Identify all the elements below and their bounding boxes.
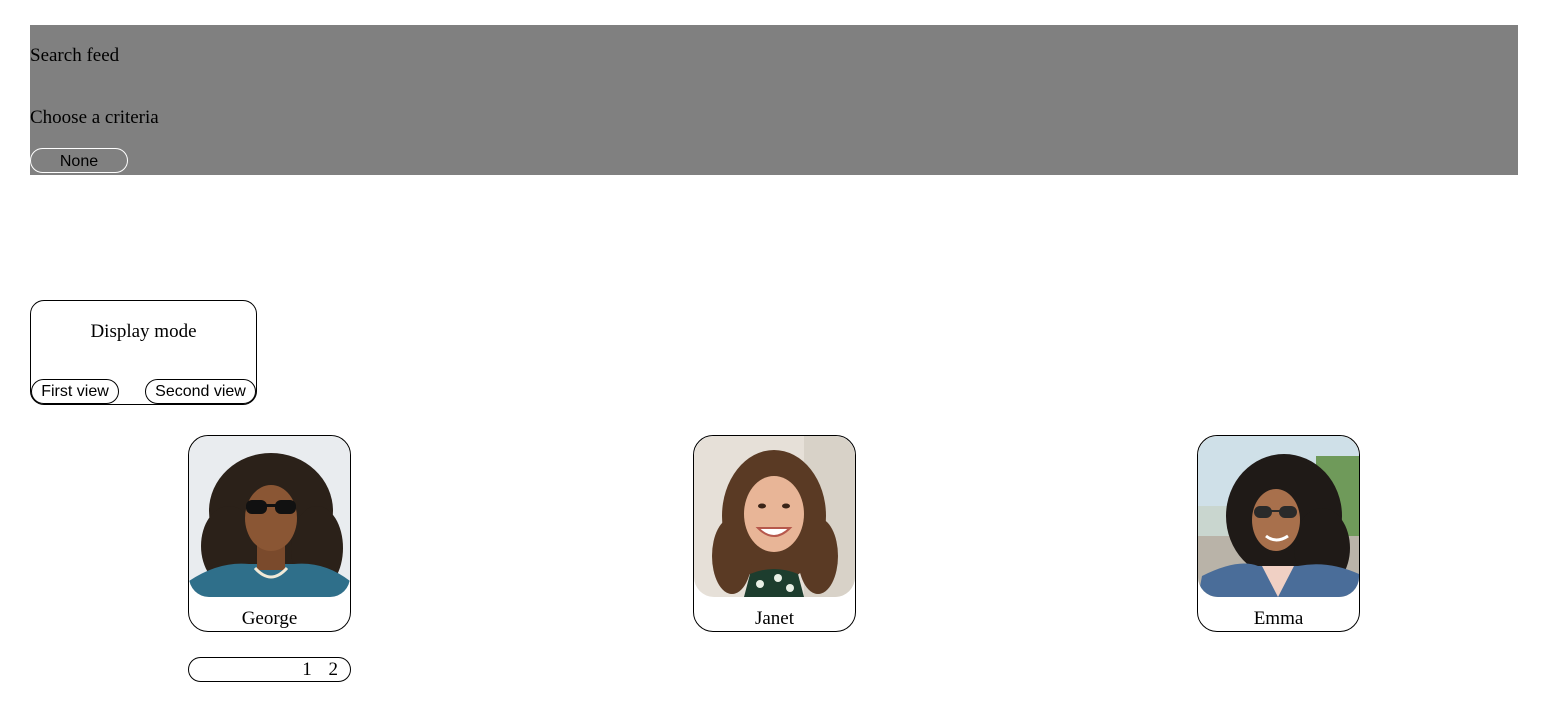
page-link-1[interactable]: 1 bbox=[302, 658, 312, 681]
criteria-select[interactable]: None bbox=[30, 148, 128, 173]
page-link-2[interactable]: 2 bbox=[329, 658, 339, 681]
pagination: 1 2 bbox=[188, 657, 351, 682]
profile-photo bbox=[1198, 436, 1359, 597]
criteria-label: Choose a criteria bbox=[30, 107, 159, 128]
display-mode-panel: Display mode First view Second view bbox=[30, 300, 257, 405]
profile-photo bbox=[694, 436, 855, 597]
profile-card-george[interactable]: George bbox=[188, 435, 351, 632]
profile-card-janet[interactable]: Janet bbox=[693, 435, 856, 632]
search-title: Search feed bbox=[30, 45, 120, 66]
profile-card-emma[interactable]: Emma bbox=[1197, 435, 1360, 632]
profile-photo bbox=[189, 436, 350, 597]
profile-name: Janet bbox=[754, 608, 795, 629]
first-view-button[interactable]: First view bbox=[31, 379, 119, 404]
search-panel: Search feed Choose a criteria None bbox=[30, 25, 1518, 175]
profile-name: Emma bbox=[1253, 608, 1304, 629]
display-mode-title: Display mode bbox=[90, 321, 197, 342]
profile-name: George bbox=[241, 608, 298, 629]
second-view-button[interactable]: Second view bbox=[145, 379, 256, 404]
